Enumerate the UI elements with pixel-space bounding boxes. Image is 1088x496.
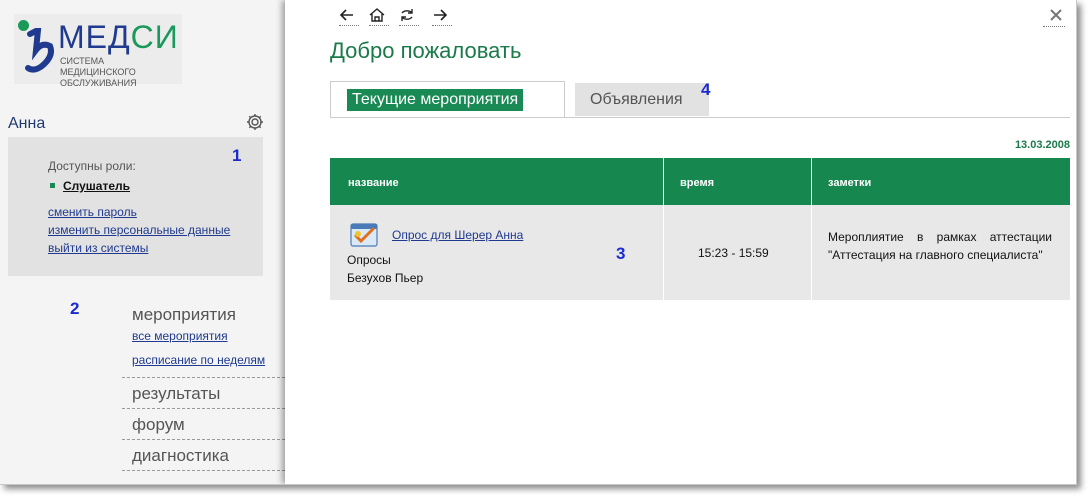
column-divider [811,158,812,300]
edit-profile-link[interactable]: изменить персональные данные [48,223,230,237]
menu-results[interactable]: результаты [132,384,220,404]
gear-icon[interactable] [246,113,264,131]
sidebar: МЕДСИ Система медицинского обслуживания … [0,0,285,484]
change-password-link[interactable]: сменить пароль [48,205,137,219]
user-name: Анна [8,115,46,132]
column-divider [663,158,664,300]
menu-divider [122,377,285,378]
survey-icon [350,223,378,247]
home-icon[interactable] [369,8,389,26]
menu-forum[interactable]: форум [132,415,185,435]
annotation-2: 2 [70,299,80,318]
refresh-icon[interactable] [399,8,419,26]
event-time: 15:23 - 15:59 [698,246,769,260]
current-date: 13.03.2008 [1014,139,1070,151]
main-content: Добро пожаловать Текущие мероприятия Объ… [285,0,1076,484]
menu-divider [122,470,285,471]
close-icon[interactable] [1049,8,1063,22]
event-type: Опросы [347,253,391,267]
column-header-time: время [680,177,715,189]
event-person: Безухов Пьер [347,271,424,285]
column-header-notes: заметки [828,177,872,189]
menu-all-events-link[interactable]: все мероприятия [132,329,228,343]
app-window: МЕДСИ Система медицинского обслуживания … [0,0,1077,485]
logout-link[interactable]: выйти из системы [48,241,148,255]
tab-announcements-label: Объявления [590,91,683,108]
menu-weekly-schedule-link[interactable]: расписание по неделям [132,353,265,367]
annotation-3: 3 [616,244,626,263]
tab-current-events[interactable]: Текущие мероприятия [330,81,565,118]
menu-diagnostics[interactable]: диагностика [132,446,229,466]
arrow-right-icon[interactable] [432,8,452,26]
menu-divider [122,439,285,440]
role-link[interactable]: Слушатель [63,179,130,193]
event-notes: Мероплиятие в рамках аттестации "Аттеста… [828,230,1052,262]
menu-events[interactable]: мероприятия [132,305,236,325]
table-header: название время заметки [330,158,1070,205]
roles-panel: Доступны роли: Слушатель сменить пароль … [8,137,263,276]
close-label-underline [1043,26,1065,27]
tab-announcements[interactable]: Объявления [575,83,709,116]
annotation-4: 4 [701,80,711,99]
survey-link[interactable]: Опрос для Шерер Анна [392,228,523,242]
arrow-left-icon[interactable] [339,8,359,26]
tab-current-events-label: Текущие мероприятия [347,89,524,111]
column-header-name: название [348,177,399,189]
page-title: Добро пожаловать [330,38,522,63]
tabs-divider [330,117,1070,118]
menu-divider [122,408,285,409]
table-row: Опрос для Шерер Анна Опросы Безухов Пьер… [330,205,1070,300]
roles-title: Доступны роли: [48,159,136,173]
role-bullet [50,183,55,188]
logo-wordmark: МЕДСИ [58,19,179,55]
logo-subtitle: Система медицинского обслуживания [60,56,137,88]
medsi-logo: МЕДСИ Система медицинского обслуживания [14,14,182,88]
logo-figure-icon [25,28,54,73]
annotation-1: 1 [232,146,242,165]
